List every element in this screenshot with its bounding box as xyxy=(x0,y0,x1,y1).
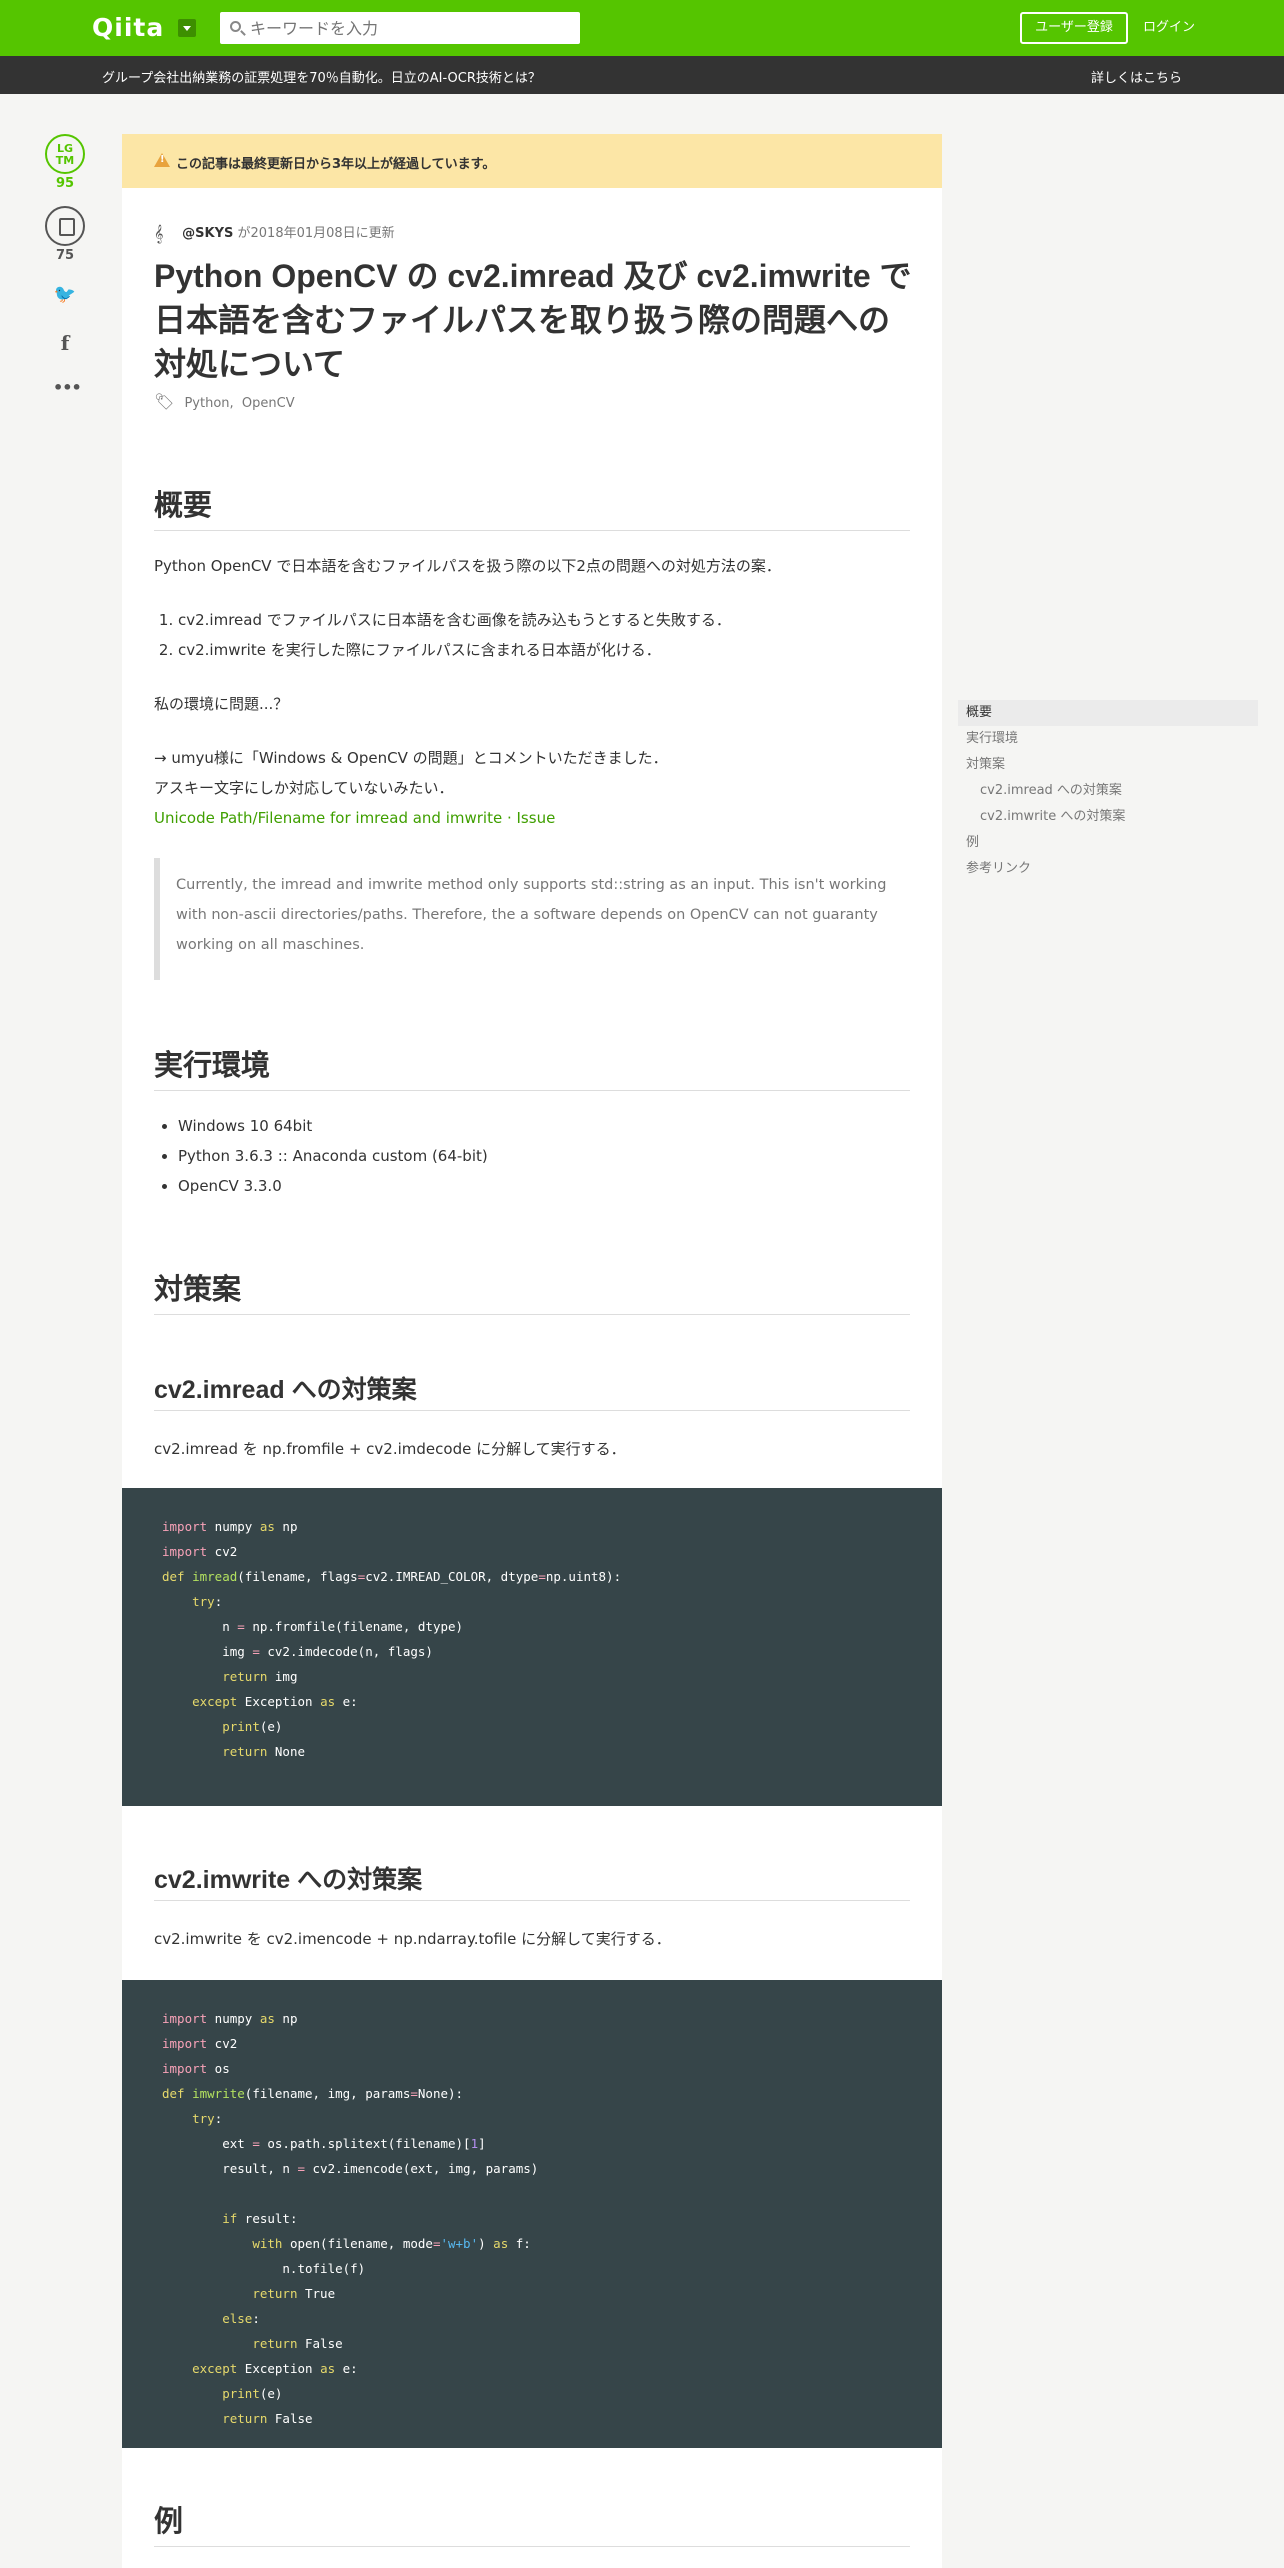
toc-item-references[interactable]: 参考リンク xyxy=(958,856,1258,882)
toc-item-overview[interactable]: 概要 xyxy=(958,700,1258,726)
heading-overview: 概要 xyxy=(154,482,910,531)
ad-banner: グループ会社出納業務の証票処理を70％自動化。日立のAI-OCR技術とは？ 詳し… xyxy=(0,56,1284,94)
list-item: Windows 10 64bit xyxy=(178,1111,910,1141)
code-block-imwrite[interactable]: import numpy as np import cv2 import os … xyxy=(122,1980,942,2448)
toc-item-measures[interactable]: 対策案 xyxy=(958,752,1258,778)
updated-date: が2018年01月08日に更新 xyxy=(237,226,395,241)
search-input[interactable] xyxy=(250,12,570,44)
heading-imread: cv2.imread への対策案 xyxy=(154,1370,910,1411)
tag-list: 🏷 Python, OpenCV xyxy=(154,392,295,411)
article-body: この記事は最終更新日から3年以上が経過しています。 𝄞 @SKYS が2018年… xyxy=(122,134,942,2568)
more-icon[interactable]: ••• xyxy=(53,378,82,398)
top-header: Qiita ユーザー登録 ログイン xyxy=(0,0,1284,56)
heading-example: 例 xyxy=(154,2498,910,2547)
toc-item-env[interactable]: 実行環境 xyxy=(958,726,1258,752)
lgtm-button[interactable]: LG TM xyxy=(45,134,85,174)
facebook-icon[interactable]: f xyxy=(53,331,77,355)
ad-text[interactable]: グループ会社出納業務の証票処理を70％自動化。日立のAI-OCR技術とは？ xyxy=(102,67,541,86)
heading-env: 実行環境 xyxy=(154,1042,910,1091)
heading-imwrite: cv2.imwrite への対策案 xyxy=(154,1860,910,1901)
comment-text: → umyu様に「Windows & OpenCV の問題」とコメントいただきま… xyxy=(154,743,910,833)
heading-measures: 対策案 xyxy=(154,1266,910,1315)
avatar[interactable]: 𝄞 xyxy=(154,224,174,244)
search-icon xyxy=(230,21,241,32)
tag-opencv[interactable]: OpenCV xyxy=(242,396,295,411)
comment-line-1: → umyu様に「Windows & OpenCV の問題」とコメントいただきま… xyxy=(154,749,668,767)
list-item: Python 3.6.3 :: Anaconda custom (64-bit) xyxy=(178,1141,910,1171)
article-title: Python OpenCV の cv2.imread 及び cv2.imwrit… xyxy=(154,258,912,382)
login-link[interactable]: ログイン xyxy=(1143,12,1195,44)
issue-link[interactable]: Unicode Path/Filename for imread and imw… xyxy=(154,809,555,827)
comment-line-2: アスキー文字にしか対応していないみたい． xyxy=(154,779,454,797)
qiita-logo[interactable]: Qiita xyxy=(92,13,164,42)
author-link[interactable]: @SKYS xyxy=(182,226,233,241)
signup-button[interactable]: ユーザー登録 xyxy=(1020,12,1128,44)
lgtm-count: 95 xyxy=(55,176,75,191)
ad-link[interactable]: 詳しくはこちら xyxy=(1091,67,1182,86)
toc-item-imwrite[interactable]: cv2.imwrite への対策案 xyxy=(958,804,1258,830)
list-item: OpenCV 3.3.0 xyxy=(178,1171,910,1201)
code-block-imread[interactable]: import numpy as np import cv2 def imread… xyxy=(122,1488,942,1806)
tags-icon: 🏷 xyxy=(154,392,175,411)
toc-item-example[interactable]: 例 xyxy=(958,830,1258,856)
problem-list: cv2.imread でファイルパスに日本語を含む画像を読み込もうとすると失敗す… xyxy=(154,605,910,665)
warning-icon xyxy=(154,153,170,167)
warning-text: この記事は最終更新日から3年以上が経過しています。 xyxy=(176,157,496,172)
outdated-warning: この記事は最終更新日から3年以上が経過しています。 xyxy=(122,134,942,188)
stock-count: 75 xyxy=(55,248,75,263)
tag-python[interactable]: Python xyxy=(184,396,229,411)
question-text: 私の環境に問題...？ xyxy=(154,695,289,713)
imread-desc: cv2.imread を np.fromfile + cv2.imdecode … xyxy=(154,1440,626,1458)
article-meta: 𝄞 @SKYS が2018年01月08日に更新 xyxy=(154,222,395,244)
twitter-icon[interactable]: 🐦 xyxy=(53,284,77,306)
lgtm-label-2: TM xyxy=(55,154,75,167)
table-of-contents: 概要 実行環境 対策案 cv2.imread への対策案 cv2.imwrite… xyxy=(958,700,1258,882)
issue-quote: Currently, the imread and imwrite method… xyxy=(154,858,910,980)
list-item: cv2.imread でファイルパスに日本語を含む画像を読み込もうとすると失敗す… xyxy=(178,605,910,635)
env-list: Windows 10 64bit Python 3.6.3 :: Anacond… xyxy=(154,1111,910,1201)
search-box[interactable] xyxy=(220,12,580,44)
toc-item-imread[interactable]: cv2.imread への対策案 xyxy=(958,778,1258,804)
overview-intro: Python OpenCV で日本語を含むファイルパスを扱う際の以下2点の問題へ… xyxy=(154,557,781,575)
imwrite-desc: cv2.imwrite を cv2.imencode + np.ndarray.… xyxy=(154,1930,671,1948)
list-item: cv2.imwrite を実行した際にファイルパスに含まれる日本語が化ける． xyxy=(178,635,910,665)
stock-button[interactable] xyxy=(45,206,85,246)
chevron-down-icon[interactable] xyxy=(178,19,196,37)
